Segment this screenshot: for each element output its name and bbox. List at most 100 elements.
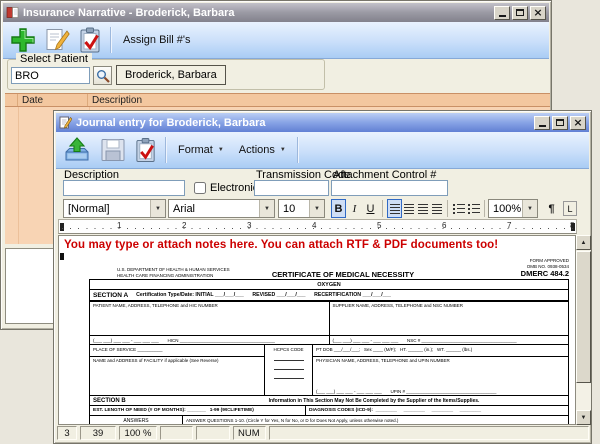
align-justify-button[interactable] <box>429 199 444 218</box>
chevron-down-icon: ▼ <box>218 147 224 153</box>
verify-button[interactable] <box>134 137 158 164</box>
grid-selector-column[interactable] <box>5 94 18 106</box>
actions-menu-button[interactable]: Actions▼ <box>235 141 290 159</box>
align-right-icon <box>418 204 428 214</box>
format-menu-button[interactable]: Format▼ <box>174 141 228 159</box>
clipboard-check-icon <box>78 27 103 54</box>
combo-arrow-icon[interactable]: ▼ <box>259 200 274 217</box>
edit-note-button[interactable] <box>44 27 71 54</box>
align-right-button[interactable] <box>415 199 430 218</box>
indent-marker-left[interactable] <box>60 223 64 231</box>
close-button[interactable]: × <box>530 6 546 20</box>
paragraph-style-combo[interactable]: [Normal]▼ <box>63 199 166 218</box>
minimize-icon <box>539 125 546 127</box>
combo-arrow-icon[interactable]: ▼ <box>309 200 324 217</box>
toolbar-separator <box>110 27 112 53</box>
place-of-service: PLACE OF SERVICE __________ <box>90 345 264 357</box>
hcpcs-column: HCPCS CODE <box>264 345 312 395</box>
section-b-row: SECTION B Information in This Section Ma… <box>90 396 568 406</box>
diagnosis-text: DIAGNOSIS CODES (ICD-9): ________ ______… <box>305 406 568 415</box>
vertical-scrollbar[interactable]: ▲ ▼ <box>576 235 591 425</box>
maximize-button[interactable] <box>552 116 568 130</box>
maximize-icon <box>516 9 524 16</box>
supplier-cell: SUPPLIER NAME, ADDRESS, TELEPHONE and NS… <box>329 302 569 344</box>
align-left-button[interactable] <box>387 199 402 218</box>
patient-search-button[interactable] <box>93 66 112 85</box>
form-title: CERTIFICATE OF MEDICAL NECESSITY <box>272 270 414 279</box>
bold-button[interactable]: B <box>331 199 346 218</box>
close-button[interactable]: × <box>570 116 586 130</box>
journal-toolbar: Format▼ Actions▼ <box>56 132 589 169</box>
insurance-titlebar: Insurance Narrative - Broderick, Barbara… <box>3 3 549 22</box>
form-code: DMERC 484.2 <box>414 269 569 278</box>
close-icon: × <box>533 8 542 18</box>
grid-header: Date Description <box>5 93 550 107</box>
ruler[interactable]: 1 2 3 4 5 6 7 8 <box>58 219 577 234</box>
format-separator <box>447 200 448 217</box>
numbered-list-button[interactable] <box>466 199 481 218</box>
edit-icon <box>44 27 71 54</box>
align-justify-icon <box>432 204 442 214</box>
font-size-combo[interactable]: 10▼ <box>278 199 325 218</box>
desktop: { "colors": { "active_titlebar": "#6180d… <box>0 0 600 444</box>
bullet-list-icon <box>453 204 465 214</box>
import-button[interactable] <box>62 137 92 164</box>
minimize-icon <box>499 15 506 17</box>
status-cell <box>196 426 230 440</box>
verify-note-button[interactable] <box>78 27 103 54</box>
electronic-checkbox[interactable] <box>194 182 206 194</box>
minimize-button[interactable] <box>534 116 550 130</box>
grid-column-description[interactable]: Description <box>88 94 550 106</box>
document-editor[interactable]: You may type or attach notes here. You c… <box>58 235 576 425</box>
combo-arrow-icon[interactable]: ▼ <box>150 200 165 217</box>
patient-supplier-row: PATIENT NAME, ADDRESS, TELEPHONE and HIC… <box>90 302 568 345</box>
maximize-button[interactable] <box>512 6 528 20</box>
window-title: Journal entry for Broderick, Barbara <box>76 117 266 129</box>
attachment-control-field[interactable] <box>331 180 448 196</box>
assign-bill-button[interactable]: Assign Bill #'s <box>119 31 195 49</box>
minimize-button[interactable] <box>494 6 510 20</box>
answers-row: ANSWERS ANSWER QUESTIONS 1-10. (Circle Y… <box>90 416 568 425</box>
description-field[interactable] <box>63 180 185 196</box>
grid-column-date[interactable]: Date <box>18 94 88 106</box>
scroll-up-button[interactable]: ▲ <box>576 235 591 250</box>
journal-titlebar: Journal entry for Broderick, Barbara × <box>56 113 589 132</box>
zoom-combo[interactable]: 100%▼ <box>488 199 538 218</box>
border-toggle-button[interactable]: L <box>563 201 577 216</box>
toolbar-separator <box>297 137 299 163</box>
underline-button[interactable]: U <box>363 199 378 218</box>
status-cell <box>269 426 589 440</box>
approval-block: FORM APPROVED OMB NO. 0938-0534 DMERC 48… <box>414 258 569 279</box>
status-cell: 39 <box>80 426 116 440</box>
journal-entry-window: Journal entry for Broderick, Barbara × F… <box>53 110 592 444</box>
chevron-down-icon: ▼ <box>280 147 286 153</box>
answers-label: ANSWERS <box>90 416 182 425</box>
scroll-thumb[interactable] <box>576 251 591 383</box>
save-button[interactable] <box>99 137 127 163</box>
format-separator <box>484 200 485 217</box>
patient-phone-line: (___ ___) ___ ___ - ___ ___ ___ HICN ___… <box>90 335 329 344</box>
align-center-button[interactable] <box>401 199 416 218</box>
facility-label: NAME and ADDRESS of FACILITY if applicab… <box>90 357 264 395</box>
combo-arrow-icon[interactable]: ▼ <box>522 200 537 217</box>
journal-icon <box>59 116 72 129</box>
bullet-list-button[interactable] <box>451 199 466 218</box>
status-cell-num-lock: NUM <box>233 426 266 440</box>
supplier-phone-line: (___ ___) ___ ___ - ___ ___ ___ NSC # __… <box>330 335 569 344</box>
status-bar: 3 39 100 % NUM <box>56 425 589 442</box>
scroll-up-icon: ▲ <box>581 240 587 246</box>
scroll-down-icon: ▼ <box>581 415 587 421</box>
italic-button[interactable]: I <box>347 199 362 218</box>
add-note-button[interactable] <box>9 26 37 54</box>
font-name-combo[interactable]: Arial▼ <box>168 199 275 218</box>
paragraph-marks-button[interactable]: ¶ <box>544 199 559 218</box>
patient-search-input[interactable] <box>11 67 90 84</box>
answers-text: ANSWER QUESTIONS 1-10. (Circle Y for Yes… <box>182 416 568 425</box>
scroll-down-button[interactable]: ▼ <box>576 410 591 425</box>
save-icon <box>99 137 127 163</box>
maximize-icon <box>556 119 564 126</box>
agency-block: U.S. DEPARTMENT OF HEALTH & HUMAN SERVIC… <box>89 267 272 278</box>
transmission-code-field[interactable] <box>254 180 329 196</box>
selected-patient-label: Broderick, Barbara <box>116 65 226 85</box>
import-arrow-icon <box>62 137 92 164</box>
